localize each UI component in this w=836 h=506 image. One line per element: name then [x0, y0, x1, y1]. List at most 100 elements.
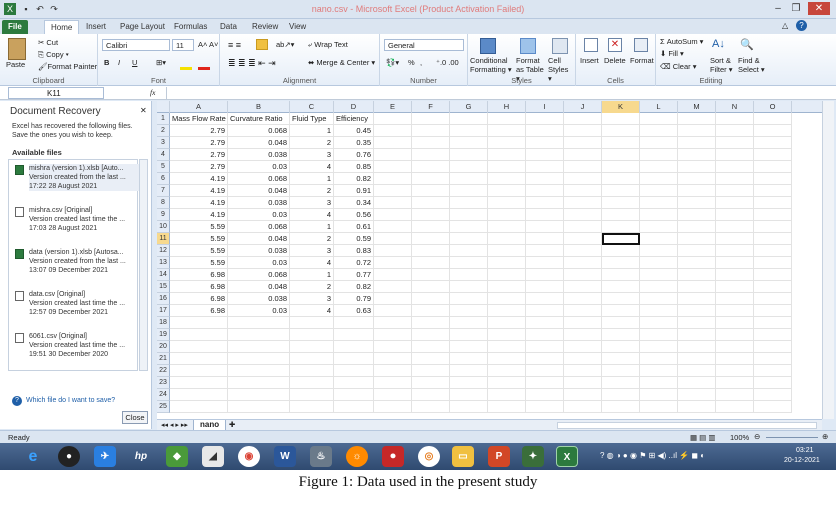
cell-f13[interactable] — [412, 257, 450, 269]
cell-c21[interactable] — [290, 353, 334, 365]
cell-f17[interactable] — [412, 305, 450, 317]
font-name-select[interactable]: Calibri — [102, 39, 170, 51]
cell-a17[interactable]: 6.98 — [170, 305, 228, 317]
cell-o12[interactable] — [754, 245, 792, 257]
cell-d1[interactable]: Efficiency — [334, 113, 374, 125]
cell-k13[interactable] — [602, 257, 640, 269]
cell-h24[interactable] — [488, 389, 526, 401]
app-icon[interactable]: ☼ — [346, 446, 368, 467]
cell-k19[interactable] — [602, 329, 640, 341]
cell-h22[interactable] — [488, 365, 526, 377]
cell-o13[interactable] — [754, 257, 792, 269]
cell-l7[interactable] — [640, 185, 678, 197]
cell-m9[interactable] — [678, 209, 716, 221]
cell-b22[interactable] — [228, 365, 290, 377]
cell-b25[interactable] — [228, 401, 290, 413]
cell-g18[interactable] — [450, 317, 488, 329]
cell-m1[interactable] — [678, 113, 716, 125]
row-header[interactable]: 16 — [157, 293, 170, 305]
restore-button[interactable]: ❐ — [788, 2, 804, 15]
cell-m4[interactable] — [678, 149, 716, 161]
cell-d10[interactable]: 0.61 — [334, 221, 374, 233]
column-header-a[interactable]: A — [170, 101, 228, 113]
paste-icon[interactable] — [8, 38, 26, 60]
cell-n16[interactable] — [716, 293, 754, 305]
formula-input[interactable] — [166, 87, 822, 99]
cell-k4[interactable] — [602, 149, 640, 161]
cell-h2[interactable] — [488, 125, 526, 137]
cell-d25[interactable] — [334, 401, 374, 413]
cell-j5[interactable] — [564, 161, 602, 173]
cell-h18[interactable] — [488, 317, 526, 329]
cell-j23[interactable] — [564, 377, 602, 389]
align-middle-icon[interactable] — [256, 39, 268, 50]
cell-k3[interactable] — [602, 137, 640, 149]
format-cells-icon[interactable] — [634, 38, 648, 52]
cell-k24[interactable] — [602, 389, 640, 401]
zoom-out-icon[interactable]: ⊖ — [754, 432, 760, 441]
cell-b3[interactable]: 0.048 — [228, 137, 290, 149]
cell-g5[interactable] — [450, 161, 488, 173]
cell-i20[interactable] — [526, 341, 564, 353]
italic-button[interactable]: I — [118, 58, 120, 67]
ribbon-minimize-icon[interactable]: △ — [782, 21, 792, 31]
cell-m5[interactable] — [678, 161, 716, 173]
cell-h16[interactable] — [488, 293, 526, 305]
row-header[interactable]: 18 — [157, 317, 170, 329]
row-header[interactable]: 24 — [157, 389, 170, 401]
cell-g9[interactable] — [450, 209, 488, 221]
word-icon[interactable]: W — [274, 446, 296, 467]
cell-b1[interactable]: Curvature Ratio — [228, 113, 290, 125]
cell-n5[interactable] — [716, 161, 754, 173]
table-icon[interactable] — [520, 38, 536, 54]
cell-a20[interactable] — [170, 341, 228, 353]
currency-icon[interactable]: 💱▾ — [386, 58, 399, 67]
cell-f9[interactable] — [412, 209, 450, 221]
cell-j24[interactable] — [564, 389, 602, 401]
column-header-l[interactable]: L — [640, 101, 678, 113]
zoom-slider[interactable] — [766, 437, 818, 438]
cell-m18[interactable] — [678, 317, 716, 329]
cell-g7[interactable] — [450, 185, 488, 197]
cell-b9[interactable]: 0.03 — [228, 209, 290, 221]
cell-e23[interactable] — [374, 377, 412, 389]
cell-e22[interactable] — [374, 365, 412, 377]
cell-e16[interactable] — [374, 293, 412, 305]
cell-c8[interactable]: 3 — [290, 197, 334, 209]
cell-m7[interactable] — [678, 185, 716, 197]
cell-l8[interactable] — [640, 197, 678, 209]
cell-m23[interactable] — [678, 377, 716, 389]
cell-f3[interactable] — [412, 137, 450, 149]
cell-m6[interactable] — [678, 173, 716, 185]
chrome-icon[interactable]: ◉ — [238, 446, 260, 467]
cell-e2[interactable] — [374, 125, 412, 137]
cell-n1[interactable] — [716, 113, 754, 125]
row-header[interactable]: 21 — [157, 353, 170, 365]
cell-j10[interactable] — [564, 221, 602, 233]
cell-i22[interactable] — [526, 365, 564, 377]
column-header-d[interactable]: D — [334, 101, 374, 113]
cell-f25[interactable] — [412, 401, 450, 413]
orientation-icon[interactable]: ab↗▾ — [276, 40, 294, 49]
app-icon[interactable]: ◎ — [418, 446, 440, 467]
cell-m12[interactable] — [678, 245, 716, 257]
cell-j20[interactable] — [564, 341, 602, 353]
cell-j6[interactable] — [564, 173, 602, 185]
cell-g15[interactable] — [450, 281, 488, 293]
cell-a19[interactable] — [170, 329, 228, 341]
app-icon[interactable]: ● — [58, 446, 80, 467]
cell-f15[interactable] — [412, 281, 450, 293]
cell-d18[interactable] — [334, 317, 374, 329]
cell-b17[interactable]: 0.03 — [228, 305, 290, 317]
row-header[interactable]: 3 — [157, 137, 170, 149]
cell-n12[interactable] — [716, 245, 754, 257]
cell-a4[interactable]: 2.79 — [170, 149, 228, 161]
cell-c9[interactable]: 4 — [290, 209, 334, 221]
cell-g6[interactable] — [450, 173, 488, 185]
cell-h19[interactable] — [488, 329, 526, 341]
excel-taskbar-icon[interactable]: X — [556, 446, 578, 467]
cell-j13[interactable] — [564, 257, 602, 269]
powerpoint-icon[interactable]: P — [488, 446, 510, 467]
column-header-c[interactable]: C — [290, 101, 334, 113]
cell-c20[interactable] — [290, 341, 334, 353]
